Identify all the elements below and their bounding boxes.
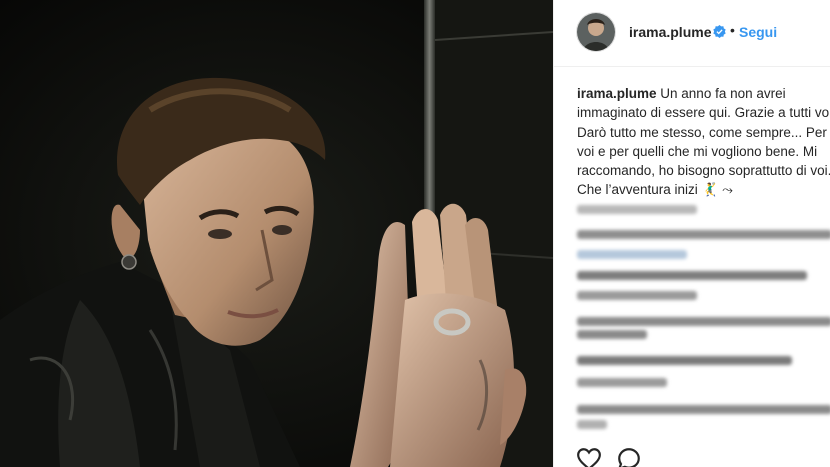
blurred-comment	[577, 317, 830, 326]
avatar-image	[577, 13, 615, 51]
caption-line-3: Darò tutto me stesso, come sempre... Per	[577, 124, 827, 140]
header-username[interactable]: irama.plume	[629, 24, 711, 40]
post-photo[interactable]	[0, 0, 553, 467]
blurred-comment	[577, 378, 667, 387]
post-image	[0, 0, 553, 467]
blurred-comment	[577, 405, 830, 414]
heart-icon[interactable]	[576, 446, 602, 467]
blurred-comment	[577, 420, 607, 429]
verified-badge-icon	[713, 25, 726, 43]
header-separator: •	[730, 22, 735, 38]
post-header: irama.plume • Segui	[554, 0, 830, 67]
post-side-panel: irama.plume • Segui irama.plume Un anno …	[553, 0, 830, 467]
caption-line-1: Un anno fa non avrei	[656, 86, 786, 101]
blurred-comment	[577, 330, 647, 339]
blurred-comment	[577, 356, 792, 365]
blurred-comment	[577, 291, 697, 300]
caption-line-6: Che l’avventura inizi 🤾‍♂️ ⤳	[577, 182, 733, 198]
caption-line-5: raccomando, ho bisogno soprattutto di vo…	[577, 163, 830, 179]
caption-line-2: immaginato di essere qui. Grazie a tutti…	[577, 105, 830, 121]
follow-button[interactable]: Segui	[739, 24, 777, 40]
avatar[interactable]	[576, 12, 616, 52]
blurred-comment	[577, 250, 687, 259]
blurred-comment	[577, 271, 807, 280]
blurred-comment	[577, 230, 830, 239]
action-bar	[554, 440, 830, 467]
blurred-comment	[577, 205, 697, 214]
caption-username[interactable]: irama.plume	[577, 86, 657, 101]
post-caption: irama.plume Un anno fa non avrei immagin…	[577, 84, 830, 200]
caption-line-4: voi e per quelli che mi vogliono bene. M…	[577, 143, 818, 159]
comment-bubble-icon[interactable]	[616, 446, 642, 467]
